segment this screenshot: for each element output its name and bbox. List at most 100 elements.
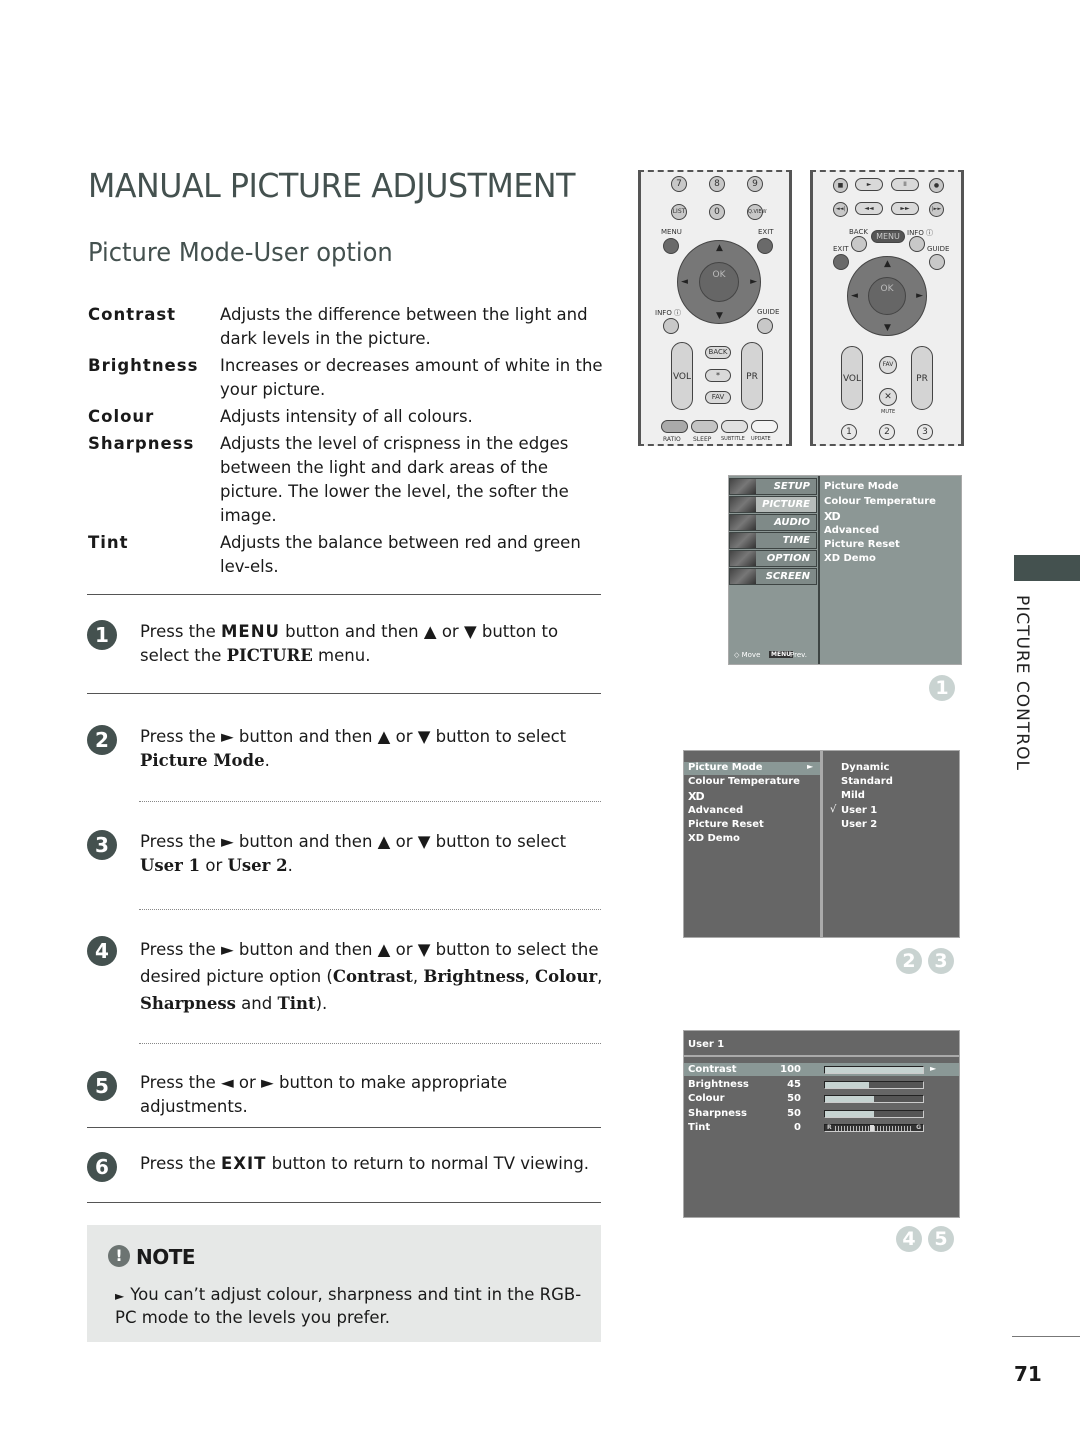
divider xyxy=(87,1202,601,1203)
page-title: MANUAL PICTURE ADJUSTMENT xyxy=(88,166,575,205)
sleep-button[interactable] xyxy=(691,420,718,433)
tint-handle[interactable] xyxy=(870,1125,874,1131)
pr-rocker[interactable]: PR xyxy=(741,342,763,410)
setting-slider[interactable] xyxy=(824,1095,924,1103)
arrow-left-icon[interactable]: ◄ xyxy=(851,291,858,301)
ratio-button[interactable] xyxy=(661,420,688,433)
exit-button[interactable] xyxy=(757,238,773,254)
setting-label[interactable]: Contrast xyxy=(688,1064,737,1075)
guide-button[interactable] xyxy=(757,318,773,334)
remote-control-left: 7 8 9 LIST 0 Q.VIEW MENU EXIT ▲ ▼ ◄ ► OK… xyxy=(638,170,792,446)
rewind-button[interactable]: ◄◄ xyxy=(855,202,883,215)
mute-button[interactable]: ✕ xyxy=(879,388,897,406)
skip-back-button[interactable]: ◄◄| xyxy=(833,202,848,217)
key-1[interactable]: 1 xyxy=(841,424,857,440)
key-7[interactable]: 7 xyxy=(671,176,687,192)
arrow-down-icon[interactable]: ▼ xyxy=(884,323,891,333)
arrow-down-icon[interactable]: ▼ xyxy=(716,311,723,321)
osd-tab-setup[interactable]: SETUP xyxy=(729,478,817,495)
pause-button[interactable]: II xyxy=(891,178,919,191)
skip-forward-button[interactable]: |►► xyxy=(929,202,944,217)
menu-button[interactable] xyxy=(663,238,679,254)
osd-item[interactable]: Advanced xyxy=(824,525,879,536)
mode-option-checked[interactable]: User 1 xyxy=(841,805,877,816)
osd-item[interactable]: XD Demo xyxy=(824,553,876,564)
fav-button[interactable]: FAV xyxy=(879,356,897,374)
update-button[interactable] xyxy=(751,420,778,433)
back-button[interactable]: BACK xyxy=(705,346,731,359)
key-2[interactable]: 2 xyxy=(879,424,895,440)
osd-tab-time[interactable]: TIME xyxy=(729,532,817,549)
qview-button[interactable]: Q.VIEW xyxy=(747,204,767,220)
osd-item-selected[interactable]: Picture Mode xyxy=(688,762,763,773)
osd-item[interactable]: Advanced xyxy=(688,805,743,816)
setting-label[interactable]: Sharpness xyxy=(688,1108,747,1119)
arrow-right-icon[interactable]: ► xyxy=(916,291,923,301)
osd-item[interactable]: XD Demo xyxy=(688,833,740,844)
step-badge: 4 xyxy=(896,1226,922,1252)
setup-thumbnail-icon xyxy=(730,479,756,494)
dpad[interactable]: ▲ ▼ ◄ ► OK xyxy=(847,256,927,336)
osd-item[interactable]: Colour Temperature xyxy=(688,776,800,787)
info-button[interactable] xyxy=(909,236,925,252)
key-9[interactable]: 9 xyxy=(747,176,763,192)
vol-rocker[interactable]: VOL xyxy=(841,346,863,410)
arrow-left-icon[interactable]: ◄ xyxy=(681,277,688,287)
star-button[interactable]: * xyxy=(705,369,731,382)
subtitle-button[interactable] xyxy=(721,420,748,433)
key-8[interactable]: 8 xyxy=(709,176,725,192)
osd-tab-audio[interactable]: AUDIO xyxy=(729,514,817,531)
key-3[interactable]: 3 xyxy=(917,424,933,440)
osd-item[interactable]: Colour Temperature xyxy=(824,496,936,507)
back-button[interactable] xyxy=(851,236,867,252)
exit-button[interactable] xyxy=(833,254,849,270)
setting-value: 100 xyxy=(780,1064,801,1075)
mode-option[interactable]: Mild xyxy=(841,790,865,801)
arrow-up-icon[interactable]: ▲ xyxy=(716,243,723,253)
tint-red-label: R xyxy=(827,1124,832,1131)
setting-label[interactable]: Colour xyxy=(688,1093,725,1104)
definition-desc: Adjusts the difference between the light… xyxy=(220,305,588,348)
setting-label[interactable]: Tint xyxy=(688,1122,710,1133)
fast-forward-button[interactable]: ►► xyxy=(891,202,919,215)
mode-option[interactable]: User 2 xyxy=(841,819,877,830)
info-button[interactable] xyxy=(663,318,679,334)
ok-button[interactable]: OK xyxy=(699,262,739,302)
osd-item[interactable]: Picture Reset xyxy=(688,819,764,830)
step-text: Press the EXIT button to return to norma… xyxy=(140,1154,590,1173)
xd-logo-icon[interactable]: XD xyxy=(688,790,705,803)
osd-tab-option[interactable]: OPTION xyxy=(729,550,817,567)
setting-label[interactable]: Brightness xyxy=(688,1079,749,1090)
slider-fill xyxy=(825,1081,870,1088)
section-tab-marker xyxy=(1014,555,1080,581)
menu-button[interactable]: MENU xyxy=(871,230,905,243)
guide-button[interactable] xyxy=(929,254,945,270)
dpad[interactable]: ▲ ▼ ◄ ► OK xyxy=(677,240,761,324)
key-0[interactable]: 0 xyxy=(709,204,725,220)
list-button[interactable]: LIST xyxy=(671,204,687,220)
mode-option[interactable]: Dynamic xyxy=(841,762,889,773)
xd-logo-icon[interactable]: XD xyxy=(824,510,841,523)
setting-value: 50 xyxy=(787,1093,801,1104)
vol-rocker[interactable]: VOL xyxy=(671,342,693,410)
ok-button[interactable]: OK xyxy=(868,277,906,315)
setting-slider[interactable] xyxy=(824,1080,924,1089)
record-button[interactable]: ● xyxy=(929,178,944,193)
arrow-right-icon[interactable]: ► xyxy=(750,277,757,287)
slider-fill xyxy=(825,1096,874,1102)
osd-item[interactable]: Picture Mode xyxy=(824,481,899,492)
play-button[interactable]: ► xyxy=(855,178,883,191)
setting-slider[interactable]: RG xyxy=(824,1124,924,1132)
mode-option[interactable]: Standard xyxy=(841,776,893,787)
setting-slider[interactable] xyxy=(824,1109,924,1118)
stop-button[interactable]: ■ xyxy=(833,178,848,193)
setting-slider[interactable] xyxy=(824,1066,924,1074)
pr-rocker[interactable]: PR xyxy=(911,346,933,410)
osd-tab-picture[interactable]: PICTURE xyxy=(729,496,817,513)
step-text: Press the MENU button and then ▲ or ▼ bu… xyxy=(140,622,559,665)
osd-item[interactable]: Picture Reset xyxy=(824,539,900,550)
fav-button[interactable]: FAV xyxy=(705,391,731,404)
osd-tab-screen[interactable]: SCREEN xyxy=(729,568,817,585)
arrow-up-icon[interactable]: ▲ xyxy=(884,259,891,269)
divider xyxy=(87,1127,601,1128)
